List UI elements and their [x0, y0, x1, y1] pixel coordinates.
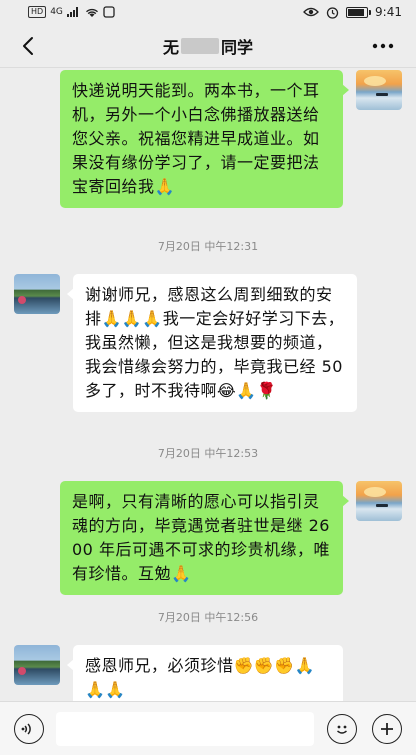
input-bar — [0, 701, 416, 755]
message-bubble-sent[interactable]: 快递说明天能到。两本书，一个耳机，另外一个小白念佛播放器送给您父亲。祝福您精进早… — [60, 70, 349, 208]
my-avatar[interactable] — [356, 70, 402, 110]
message-bubble-received[interactable]: 谢谢师兄，感恩这么周到细致的安排🙏🙏🙏我一定会好好学习下去，我虽然懒，但这是我想… — [67, 274, 357, 412]
contact-avatar[interactable] — [14, 274, 60, 314]
message-text: 快递说明天能到。两本书，一个耳机，另外一个小白念佛播放器送给您父亲。祝福您精进早… — [72, 81, 320, 196]
timestamp: 7月20日 中午12:31 — [157, 240, 259, 253]
wifi-icon — [85, 8, 98, 17]
status-right: 9:41 — [303, 5, 402, 19]
emoji-button[interactable] — [327, 714, 357, 744]
emoji-icon — [337, 725, 347, 734]
alarm-icon — [326, 6, 339, 19]
timestamp: 7月20日 中午12:53 — [157, 447, 259, 460]
voice-icon — [21, 723, 31, 735]
message-text: 是啊，只有清晰的愿心可以指引灵魂的方向，毕竟遇觉者驻世是继 2600 年后可遇不… — [72, 492, 330, 583]
hd-indicator: HD — [28, 6, 47, 18]
plus-icon — [381, 723, 393, 735]
chat-area[interactable]: 快递说明天能到。两本书，一个耳机，另外一个小白念佛播放器送给您父亲。祝福您精进早… — [0, 68, 416, 711]
chat-title-prefix: 无 — [162, 37, 179, 57]
chevron-left-icon — [23, 37, 33, 55]
more-button[interactable] — [368, 32, 398, 60]
message-input[interactable] — [56, 712, 314, 746]
message-bubble-sent[interactable]: 是啊，只有清晰的愿心可以指引灵魂的方向，毕竟遇觉者驻世是继 2600 年后可遇不… — [60, 481, 349, 595]
message-text: 谢谢师兄，感恩这么周到细致的安排🙏🙏🙏我一定会好好学习下去，我虽然懒，但这是我想… — [85, 285, 345, 400]
voice-button[interactable] — [14, 714, 44, 744]
signal-icon — [66, 7, 78, 17]
eye-icon — [303, 7, 319, 17]
redacted-name — [181, 37, 219, 54]
plus-button[interactable] — [372, 714, 402, 744]
my-avatar[interactable] — [356, 481, 402, 521]
chat-title-suffix: 同学 — [221, 37, 254, 57]
chat-header: 无 同学 — [0, 24, 416, 68]
clock: 9:41 — [375, 5, 402, 19]
chat-title: 无 同学 — [163, 34, 253, 58]
back-button[interactable] — [14, 32, 42, 60]
status-bar: HD 4G 9:41 — [0, 0, 416, 24]
message-text: 感恩师兄，必须珍惜✊✊✊🙏🙏🙏 — [85, 656, 316, 699]
timestamp: 7月20日 中午12:56 — [157, 611, 259, 624]
more-dots-icon — [372, 43, 394, 49]
battery-icon — [346, 6, 372, 18]
status-left: HD 4G — [28, 6, 115, 18]
network-type: 4G — [50, 7, 63, 17]
contact-avatar[interactable] — [14, 645, 60, 685]
notification-icon — [103, 6, 115, 18]
